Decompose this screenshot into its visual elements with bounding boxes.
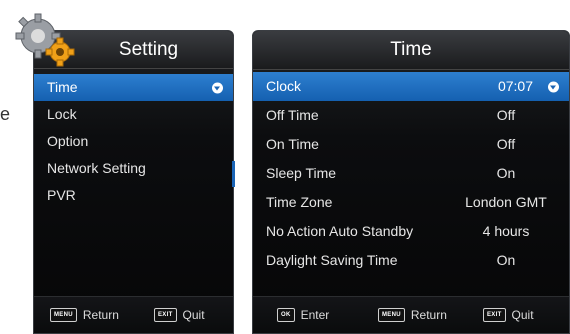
row-value: Off (496, 107, 516, 123)
menu-item-network-setting[interactable]: Network Setting (34, 155, 233, 182)
row-value: Off (496, 136, 516, 152)
row-clock[interactable]: Clock 07:07 (253, 72, 569, 101)
gear-icon (15, 13, 75, 67)
menu-item-time[interactable]: Time (34, 74, 233, 101)
menu-item-option[interactable]: Option (34, 128, 233, 155)
menu-item-label: Time (47, 79, 78, 95)
row-time-zone[interactable]: Time Zone London GMT (253, 188, 569, 217)
quit-hint[interactable]: EXIT Quit (154, 308, 205, 322)
arrow-icon (212, 82, 223, 93)
stray-text: e (0, 104, 11, 124)
row-value: On (496, 165, 516, 181)
menu-item-label: Network Setting (47, 160, 146, 176)
arrow-icon (548, 81, 559, 92)
row-value: 07:07 (497, 78, 533, 94)
setting-panel: Setting Time Lock Option Network Setting… (33, 30, 235, 334)
time-footer: OK Enter MENU Return EXIT Quit (253, 296, 569, 333)
quit-label: Quit (511, 308, 534, 322)
row-label: No Action Auto Standby (266, 223, 414, 239)
menu-item-label: Option (47, 133, 89, 149)
row-on-time[interactable]: On Time Off (253, 130, 569, 159)
setting-footer: MENU Return EXIT Quit (34, 296, 233, 333)
menu-item-lock[interactable]: Lock (34, 101, 233, 128)
row-no-action-auto-standby[interactable]: No Action Auto Standby 4 hours (253, 217, 569, 246)
enter-hint[interactable]: OK Enter (277, 308, 329, 322)
row-label: On Time (266, 136, 319, 152)
time-settings-list: Clock 07:07 Off Time Off On Time Off Sle… (253, 72, 569, 275)
row-off-time[interactable]: Off Time Off (253, 101, 569, 130)
time-panel: Time Clock 07:07 Off Time Off On Time Of… (252, 30, 570, 334)
exit-key-icon: EXIT (483, 308, 506, 322)
row-label: Daylight Saving Time (266, 252, 398, 268)
quit-label: Quit (182, 308, 205, 322)
menu-item-label: PVR (47, 187, 76, 203)
setting-menu: Time Lock Option Network Setting PVR (34, 74, 233, 209)
ok-key-icon: OK (277, 308, 295, 322)
return-hint[interactable]: MENU Return (50, 308, 119, 322)
quit-hint[interactable]: EXIT Quit (483, 308, 534, 322)
exit-key-icon: EXIT (154, 308, 177, 322)
return-hint[interactable]: MENU Return (378, 308, 447, 322)
return-label: Return (410, 308, 447, 322)
focus-indicator (232, 161, 235, 187)
menu-item-pvr[interactable]: PVR (34, 182, 233, 209)
row-daylight-saving-time[interactable]: Daylight Saving Time On (253, 246, 569, 275)
time-panel-title: Time (253, 31, 569, 70)
row-value: 4 hours (482, 223, 530, 239)
row-sleep-time[interactable]: Sleep Time On (253, 159, 569, 188)
row-label: Time Zone (266, 194, 333, 210)
return-label: Return (82, 308, 119, 322)
row-label: Clock (266, 78, 302, 94)
menu-key-icon: MENU (50, 308, 77, 322)
row-value: On (496, 252, 516, 268)
row-label: Off Time (266, 107, 319, 123)
row-label: Sleep Time (266, 165, 337, 181)
menu-key-icon: MENU (378, 308, 405, 322)
enter-label: Enter (300, 308, 330, 322)
row-value: London GMT (465, 194, 547, 210)
menu-item-label: Lock (47, 106, 77, 122)
